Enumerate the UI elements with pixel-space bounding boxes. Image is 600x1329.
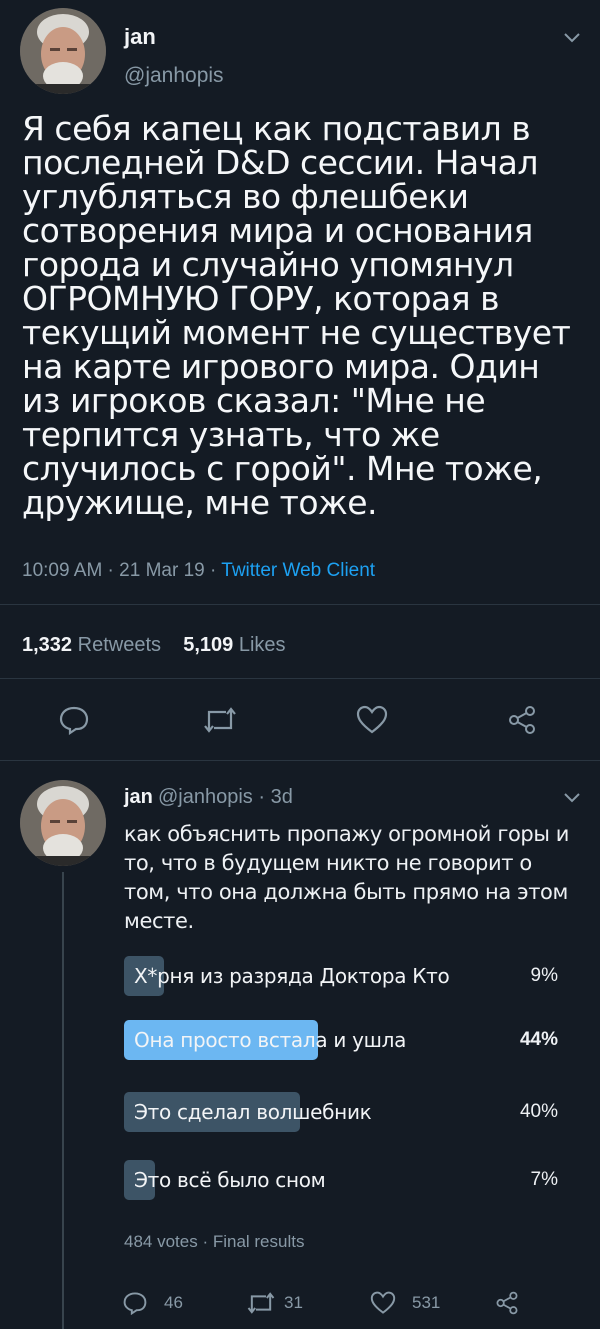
share-icon[interactable] <box>492 1288 522 1318</box>
chevron-down-icon[interactable] <box>560 28 584 48</box>
poll-option: Х*рня из разряда Доктора Кто 9% <box>124 956 564 996</box>
speech-bubble-icon[interactable] <box>120 1288 150 1318</box>
poll-option-percent: 9% <box>530 965 558 986</box>
poll-option-label: Х*рня из разряда Доктора Кто <box>134 964 450 988</box>
author-avatar[interactable] <box>20 8 106 94</box>
reply-likes-count[interactable]: 531 <box>412 1293 440 1313</box>
poll-option: Это сделал волшебник 40% <box>124 1092 564 1132</box>
poll-option-label: Это всё было сном <box>134 1168 326 1192</box>
author-name[interactable]: jan <box>124 24 156 50</box>
heart-icon[interactable] <box>368 1288 398 1318</box>
chevron-down-icon[interactable] <box>560 788 584 808</box>
tweet-source[interactable]: Twitter Web Client <box>221 560 375 581</box>
reply-action-bar: 46 31 531 <box>120 1286 580 1320</box>
speech-bubble-icon[interactable] <box>54 700 94 740</box>
thread-line <box>62 872 64 1329</box>
poll-option-label: Это сделал волшебник <box>134 1100 372 1124</box>
poll-option-label: Она просто встала и ушла <box>134 1028 407 1052</box>
tweet-text: Я себя капец как подставил в последней D… <box>22 109 571 522</box>
avatar-portrait <box>20 780 106 866</box>
retweets-label[interactable]: Retweets <box>78 634 161 656</box>
poll-option-percent: 40% <box>519 1101 558 1122</box>
reply-header: jan @janhopis · 3d <box>124 786 293 809</box>
divider <box>0 678 600 679</box>
retweet-arrows-icon[interactable] <box>198 700 242 740</box>
poll-option-percent: 7% <box>530 1169 558 1190</box>
likes-count[interactable]: 5,109 <box>183 634 233 656</box>
retweet-arrows-icon[interactable] <box>244 1288 278 1318</box>
divider <box>0 760 600 761</box>
reply-author-name[interactable]: jan <box>124 786 153 808</box>
poll-option: Это всё было сном 7% <box>124 1160 564 1200</box>
retweets-count[interactable]: 1,332 <box>22 634 72 656</box>
reply-replies-count[interactable]: 46 <box>164 1293 183 1313</box>
likes-label[interactable]: Likes <box>239 634 286 656</box>
divider <box>0 604 600 605</box>
reply-author-handle[interactable]: @janhopis · 3d <box>158 786 293 808</box>
poll-option-percent: 44% <box>519 1029 558 1050</box>
share-icon[interactable] <box>502 700 542 740</box>
reply-text: как объяснить пропажу огромной горы и то… <box>124 822 570 933</box>
avatar-portrait <box>20 8 106 94</box>
author-handle[interactable]: @janhopis <box>124 64 224 88</box>
heart-icon[interactable] <box>352 700 392 740</box>
tweet-timestamp[interactable]: 10:09 AM · 21 Mar 19 · <box>22 560 216 581</box>
tweet-meta: 10:09 AM · 21 Mar 19 · Twitter Web Clien… <box>22 560 375 582</box>
tweet-stats: 1,332 Retweets 5,109 Likes <box>22 634 286 657</box>
poll-option: Она просто встала и ушла 44% <box>124 1020 564 1060</box>
reply-author-avatar[interactable] <box>20 780 106 866</box>
reply-retweets-count[interactable]: 31 <box>284 1293 303 1313</box>
poll-footer: 484 votes · Final results <box>124 1232 305 1251</box>
